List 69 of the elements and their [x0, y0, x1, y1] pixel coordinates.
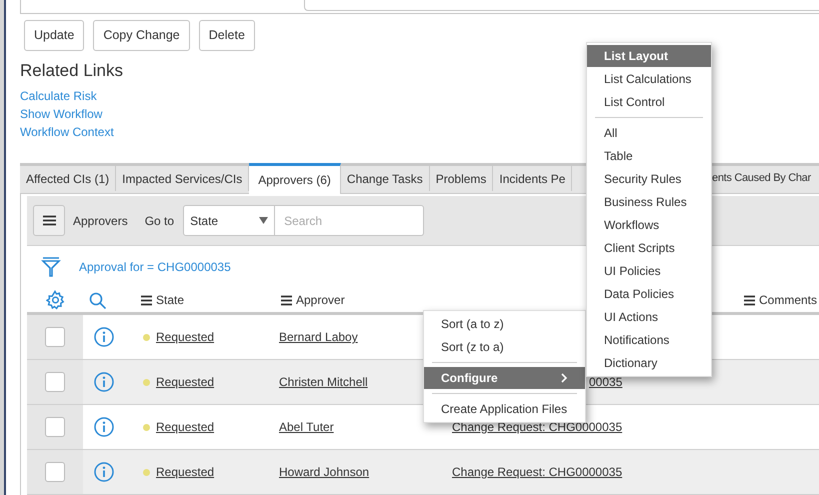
menu-item[interactable]: Sort (z to a) — [424, 336, 585, 358]
action-button[interactable]: Update — [24, 20, 84, 51]
filter-breadcrumb[interactable]: Approval for = CHG0000035 — [79, 258, 231, 276]
related-link[interactable]: Show Workflow — [20, 105, 102, 123]
action-button[interactable]: Delete — [198, 20, 255, 51]
section-heading: Related Links — [20, 60, 124, 82]
record-link[interactable]: 00035 — [589, 375, 622, 389]
column-header[interactable]: State — [141, 291, 184, 309]
menu-item[interactable]: Sort (a to z) — [424, 313, 585, 335]
menu-item[interactable]: Create Application Files — [424, 398, 585, 420]
action-button[interactable]: Copy Change — [93, 20, 190, 51]
menu-button[interactable] — [33, 205, 65, 236]
row-checkbox[interactable] — [45, 417, 65, 437]
field-select[interactable]: State — [183, 205, 276, 236]
state-link[interactable]: Requested — [156, 418, 214, 436]
menu-item[interactable]: List Control — [587, 91, 711, 113]
tab[interactable]: Problems — [430, 163, 494, 191]
tab[interactable]: Approvers (6) — [249, 163, 341, 194]
menu-item[interactable]: List Layout — [587, 45, 711, 67]
menu-item[interactable]: Dictionary — [587, 352, 711, 374]
menu-icon — [141, 294, 152, 306]
tab[interactable]: ents Caused By Char — [709, 163, 819, 191]
approver-link[interactable]: Bernard Laboy — [279, 330, 358, 344]
filter-icon[interactable] — [41, 256, 61, 278]
menu-item[interactable]: Business Rules — [587, 191, 711, 213]
row-checkbox[interactable] — [45, 327, 65, 347]
info-icon[interactable] — [94, 417, 114, 437]
info-icon[interactable] — [94, 462, 114, 482]
settings-icon[interactable] — [46, 290, 64, 310]
menu-item[interactable]: All — [587, 122, 711, 144]
approver-link[interactable]: Abel Tuter — [279, 420, 334, 434]
search-icon[interactable] — [89, 292, 106, 308]
row-checkbox[interactable] — [45, 372, 65, 392]
menu-icon — [281, 294, 292, 306]
approver-link[interactable]: Christen Mitchell — [279, 375, 368, 389]
menu-item[interactable]: Notifications — [587, 329, 711, 351]
chevron-right-icon — [561, 373, 568, 383]
menu-item[interactable]: Configure — [424, 367, 585, 389]
approver-link[interactable]: Howard Johnson — [279, 465, 370, 479]
menu-item[interactable]: Table — [587, 145, 711, 167]
menu-icon — [744, 294, 755, 306]
goto-label: Go to — [144, 212, 174, 230]
row-checkbox[interactable] — [45, 462, 65, 482]
record-link[interactable]: Change Request: CHG0000035 — [452, 420, 622, 434]
column-header[interactable]: Comments — [744, 291, 818, 309]
tab[interactable]: Affected CIs (1) — [20, 163, 116, 191]
menu-item[interactable]: UI Policies — [587, 260, 711, 282]
search-field[interactable]: Search — [275, 205, 424, 236]
menu-item[interactable]: UI Actions — [587, 306, 711, 328]
menu-icon — [42, 215, 56, 226]
menu-item[interactable]: Workflows — [587, 214, 711, 236]
tab[interactable]: Incidents Pe — [493, 163, 572, 191]
tab[interactable]: Change Tasks — [340, 163, 430, 191]
list-title: Approvers — [73, 212, 128, 230]
menu-item[interactable]: List Calculations — [587, 68, 711, 90]
dropdown-caret-icon — [259, 217, 268, 224]
info-icon[interactable] — [94, 372, 114, 392]
state-link[interactable]: Requested — [156, 373, 214, 391]
column-header[interactable]: Approver — [281, 291, 345, 309]
related-link[interactable]: Calculate Risk — [20, 87, 97, 105]
menu-item[interactable]: Security Rules — [587, 168, 711, 190]
related-link[interactable]: Workflow Context — [20, 123, 114, 141]
state-link[interactable]: Requested — [156, 463, 214, 481]
record-link[interactable]: Change Request: CHG0000035 — [452, 465, 622, 479]
menu-item[interactable]: Data Policies — [587, 283, 711, 305]
info-icon[interactable] — [94, 327, 114, 347]
menu-item[interactable]: Client Scripts — [587, 237, 711, 259]
state-link[interactable]: Requested — [156, 328, 214, 346]
text-field[interactable] — [304, 0, 819, 11]
